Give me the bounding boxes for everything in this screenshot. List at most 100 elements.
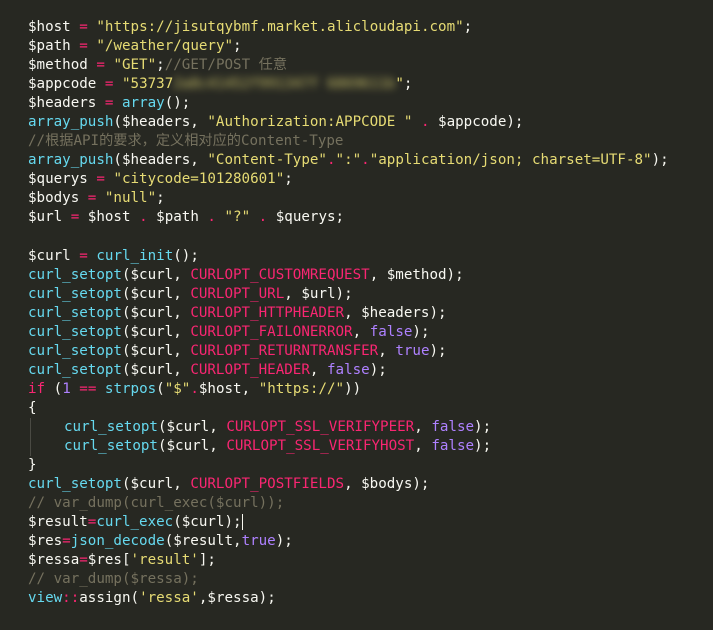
operator-token: =	[96, 171, 105, 188]
keyword-token: CURLOPT_POSTFIELDS	[190, 476, 345, 493]
code-line[interactable]: $ressa=$res['result'];	[28, 551, 713, 570]
keyword-token: CURLOPT_HEADER	[190, 361, 310, 378]
code-line[interactable]: curl_setopt($curl, CURLOPT_SSL_VERIFYPEE…	[28, 417, 713, 438]
indent-guide	[30, 417, 31, 438]
function-token: curl_setopt	[28, 285, 122, 302]
string-token: "GET"	[113, 57, 157, 74]
function-token: curl_init	[96, 247, 174, 264]
function-token: curl_setopt	[28, 361, 122, 378]
code-line[interactable]: curl_setopt($curl, CURLOPT_URL, $url);	[28, 285, 713, 304]
punctuation-token	[71, 381, 80, 397]
punctuation-token: ($curl);	[173, 514, 242, 531]
code-line[interactable]: $url = $host . $path . "?" . $querys;	[28, 208, 713, 227]
function-token: curl_exec	[96, 514, 174, 531]
punctuation-token	[71, 19, 80, 35]
variable-token: $path	[28, 38, 71, 55]
function-token: view	[28, 590, 63, 607]
code-editor[interactable]: $host = "https://jisutqybmf.market.alicl…	[0, 0, 713, 630]
punctuation-token: $path	[147, 209, 208, 226]
punctuation-token	[216, 209, 225, 225]
punctuation-token: ($curl,	[121, 476, 191, 493]
punctuation-token: $host,	[198, 380, 259, 397]
code-line[interactable]: $headers = array();	[28, 94, 713, 113]
code-line[interactable]: $host = "https://jisutqybmf.market.alicl…	[28, 18, 713, 37]
code-line[interactable]: $curl = curl_init();	[28, 247, 713, 266]
function-token: curl_setopt	[28, 476, 122, 493]
punctuation-token: ,	[309, 361, 327, 378]
function-token: curl_setopt	[28, 323, 122, 340]
function-token: array_push	[28, 114, 114, 131]
code-line[interactable]: curl_setopt($curl, CURLOPT_FAILONERROR, …	[28, 323, 713, 342]
constant-token: true	[395, 342, 430, 359]
variable-token: $curl	[28, 247, 71, 264]
punctuation-token	[96, 190, 105, 206]
punctuation-token	[412, 114, 421, 130]
punctuation-token: ;	[463, 19, 473, 35]
function-token: json_decode	[70, 533, 165, 550]
function-token: array_push	[28, 152, 114, 169]
punctuation-token: ;	[233, 38, 242, 55]
constant-token: false	[431, 438, 475, 455]
punctuation-token: ($curl,	[157, 438, 227, 455]
punctuation-token: ($curl,	[121, 304, 191, 321]
punctuation-token: ,	[352, 323, 370, 340]
punctuation-token: );	[474, 418, 492, 435]
comment-token: //GET/POST 任意	[164, 57, 288, 74]
code-line[interactable]: // var_dump(curl_exec($curl));	[28, 494, 713, 513]
code-line[interactable]: curl_setopt($curl, CURLOPT_POSTFIELDS, $…	[28, 475, 713, 494]
string-token: "53737	[121, 76, 174, 93]
code-line[interactable]: view::assign('ressa',$ressa);	[28, 589, 713, 608]
constant-token: false	[431, 418, 475, 435]
code-line[interactable]: curl_setopt($curl, CURLOPT_HTTPHEADER, $…	[28, 304, 713, 323]
code-line[interactable]: //根据API的要求，定义相对应的Content-Type	[28, 132, 713, 151]
function-token: curl_setopt	[64, 438, 158, 455]
code-line[interactable]: array_push($headers, "Content-Type".":".…	[28, 151, 713, 170]
comment-token: //根据API的要求，定义相对应的Content-Type	[28, 133, 344, 150]
code-line[interactable]: {	[28, 399, 713, 418]
operator-token: .	[139, 209, 148, 226]
code-line[interactable]: curl_setopt($curl, CURLOPT_SSL_VERIFYHOS…	[28, 437, 713, 457]
operator-token: .	[207, 209, 216, 226]
code-line[interactable]	[28, 228, 713, 247]
code-line[interactable]: $res=json_decode($result,true);	[28, 532, 713, 551]
punctuation-token: ))	[344, 380, 362, 397]
punctuation-token: ,$ressa);	[198, 590, 276, 607]
function-token: array	[121, 95, 165, 112]
redacted-token: 2a8c41452f991347f 6869611b	[173, 76, 396, 93]
code-line[interactable]: }	[28, 456, 713, 475]
string-token: "null"	[104, 190, 157, 207]
operator-token: =	[96, 57, 105, 74]
function-token: strpos	[104, 380, 157, 397]
code-line[interactable]: $bodys = "null";	[28, 189, 713, 208]
code-line[interactable]: $method = "GET";//GET/POST 任意	[28, 56, 713, 75]
operator-token: .	[361, 152, 370, 169]
string-token: "https://"	[258, 380, 345, 397]
code-line[interactable]: curl_setopt($curl, CURLOPT_CUSTOMREQUEST…	[28, 266, 713, 285]
indent-guide	[30, 437, 31, 457]
function-token: curl_setopt	[28, 266, 122, 283]
punctuation-token: , $headers);	[344, 304, 447, 321]
code-line[interactable]: $querys = "citycode=101280601";	[28, 170, 713, 189]
punctuation-token: );	[474, 438, 492, 455]
code-line[interactable]: $result=curl_exec($curl);	[28, 513, 713, 532]
code-line[interactable]: $appcode = "537372a8c41452f991347f 68696…	[28, 75, 713, 94]
operator-token: .	[190, 380, 199, 397]
code-line[interactable]: curl_setopt($curl, CURLOPT_RETURNTRANSFE…	[28, 342, 713, 361]
code-line[interactable]: curl_setopt($curl, CURLOPT_HEADER, false…	[28, 361, 713, 380]
text-cursor	[241, 514, 243, 531]
operator-token: =	[79, 19, 88, 35]
string-token: "?"	[224, 209, 251, 226]
punctuation-token: ($result,	[164, 533, 242, 550]
function-token: curl_setopt	[28, 304, 122, 321]
punctuation-token	[96, 76, 105, 92]
variable-token: $res	[28, 533, 63, 550]
code-line[interactable]: $path = "/weather/query";	[28, 37, 713, 56]
punctuation-token: ();	[164, 95, 191, 112]
comment-token: // var_dump(curl_exec($curl));	[28, 495, 285, 512]
string-token: "application/json; charset=UTF-8"	[369, 152, 652, 169]
code-line[interactable]: // var_dump($ressa);	[28, 570, 713, 589]
operator-token: =	[79, 552, 88, 569]
code-line[interactable]: if (1 == strpos("$".$host, "https://"))	[28, 380, 713, 399]
code-line[interactable]: array_push($headers, "Authorization:APPC…	[28, 113, 713, 132]
string-token: 'ressa'	[139, 590, 199, 607]
